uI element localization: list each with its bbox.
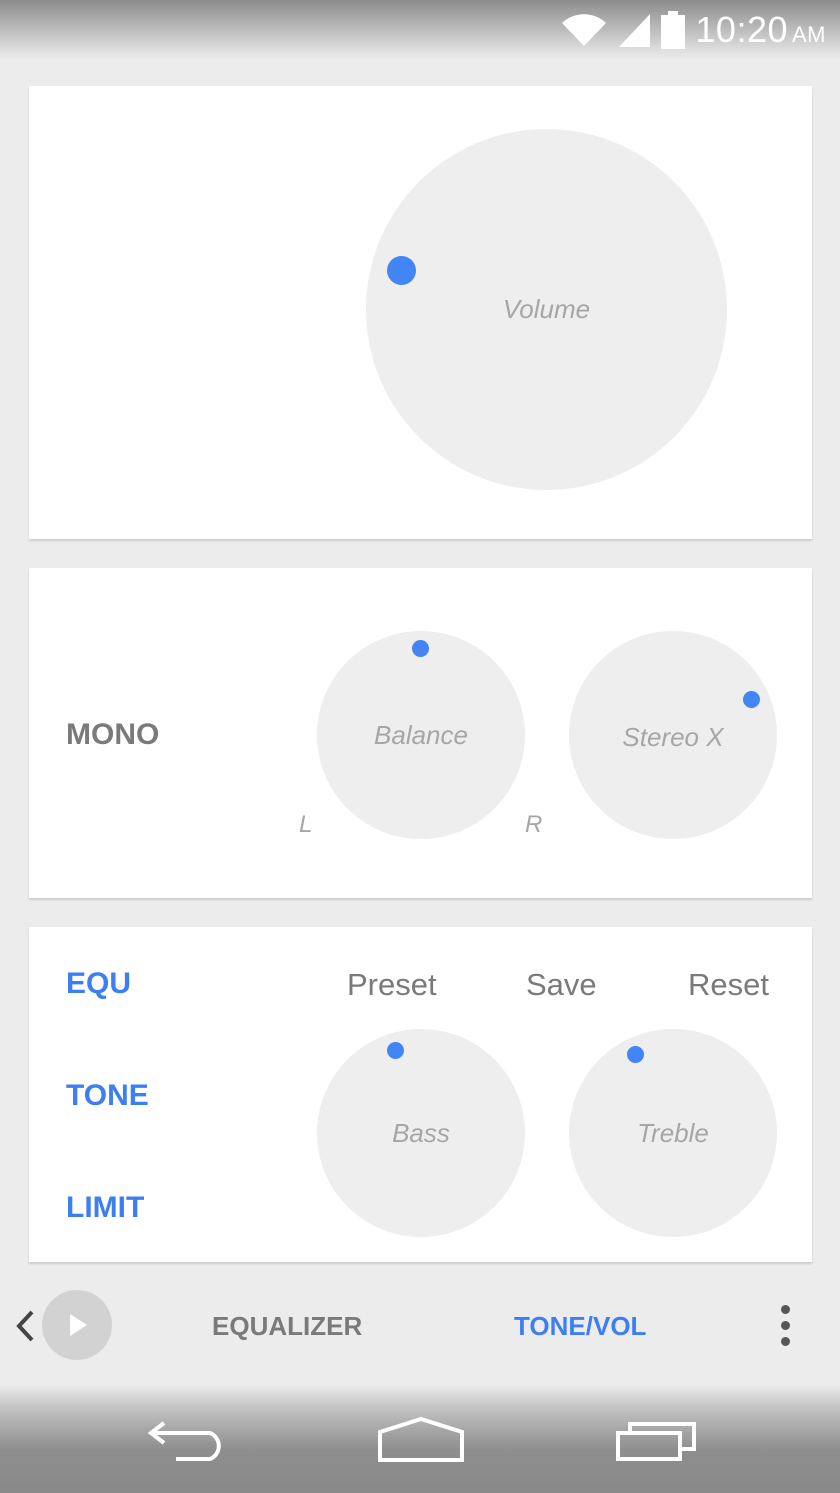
stereo-x-knob-indicator	[743, 691, 760, 708]
mono-toggle[interactable]: MONO	[66, 718, 159, 752]
nav-bar	[0, 1385, 840, 1493]
back-icon[interactable]	[146, 1415, 230, 1463]
wifi-icon	[562, 14, 607, 46]
balance-knob-indicator	[412, 640, 429, 657]
stereo-x-label: Stereo X	[622, 722, 724, 752]
balance-knob[interactable]: Balance	[317, 631, 525, 839]
bass-label: Bass	[392, 1118, 450, 1148]
battery-icon	[661, 11, 686, 49]
treble-label: Treble	[637, 1118, 709, 1148]
more-dot	[781, 1321, 790, 1330]
bottom-bar: EQUALIZER TONE/VOL	[0, 1285, 840, 1370]
play-button[interactable]	[42, 1290, 112, 1360]
volume-knob-indicator	[387, 256, 416, 285]
balance-left-label: L	[299, 811, 313, 838]
play-icon	[70, 1314, 87, 1336]
tab-equalizer[interactable]: EQUALIZER	[212, 1311, 362, 1342]
bass-knob-indicator	[387, 1042, 404, 1059]
balance-card: MONO Balance L R Stereo X	[29, 568, 812, 898]
tone-button[interactable]: TONE	[66, 1079, 149, 1113]
bass-knob[interactable]: Bass	[317, 1029, 525, 1237]
treble-knob[interactable]: Treble	[569, 1029, 777, 1237]
home-icon[interactable]	[376, 1415, 466, 1465]
volume-label: Volume	[502, 294, 591, 324]
balance-label: Balance	[374, 720, 468, 750]
status-bar: 10:20 AM	[0, 0, 840, 60]
status-time: 10:20 AM	[695, 9, 826, 51]
chevron-left-icon[interactable]	[14, 1309, 36, 1343]
recent-apps-icon[interactable]	[614, 1417, 700, 1463]
equ-button[interactable]: EQU	[66, 967, 131, 1001]
balance-right-label: R	[525, 811, 543, 838]
volume-knob[interactable]: Volume	[366, 129, 727, 490]
preset-button[interactable]: Preset	[347, 967, 437, 1003]
tab-tone-vol[interactable]: TONE/VOL	[514, 1311, 646, 1342]
tone-card: EQU TONE LIMIT Preset Save Reset Bass Tr…	[29, 927, 812, 1262]
more-dot	[781, 1305, 790, 1314]
stereo-x-knob[interactable]: Stereo X	[569, 631, 777, 839]
more-dot	[781, 1337, 790, 1346]
status-icons: 10:20 AM	[561, 8, 826, 52]
treble-knob-indicator	[627, 1046, 644, 1063]
save-button[interactable]: Save	[526, 967, 597, 1003]
status-time-value: 10:20	[695, 9, 788, 50]
limit-button[interactable]: LIMIT	[66, 1191, 144, 1225]
cell-signal-icon	[619, 14, 651, 47]
more-options-icon[interactable]	[770, 1301, 800, 1351]
reset-button[interactable]: Reset	[688, 967, 769, 1003]
screen: 10:20 AM Volume MONO Balance L R Stereo X…	[0, 0, 840, 1493]
status-ampm: AM	[792, 22, 826, 47]
volume-card: Volume	[29, 86, 812, 539]
